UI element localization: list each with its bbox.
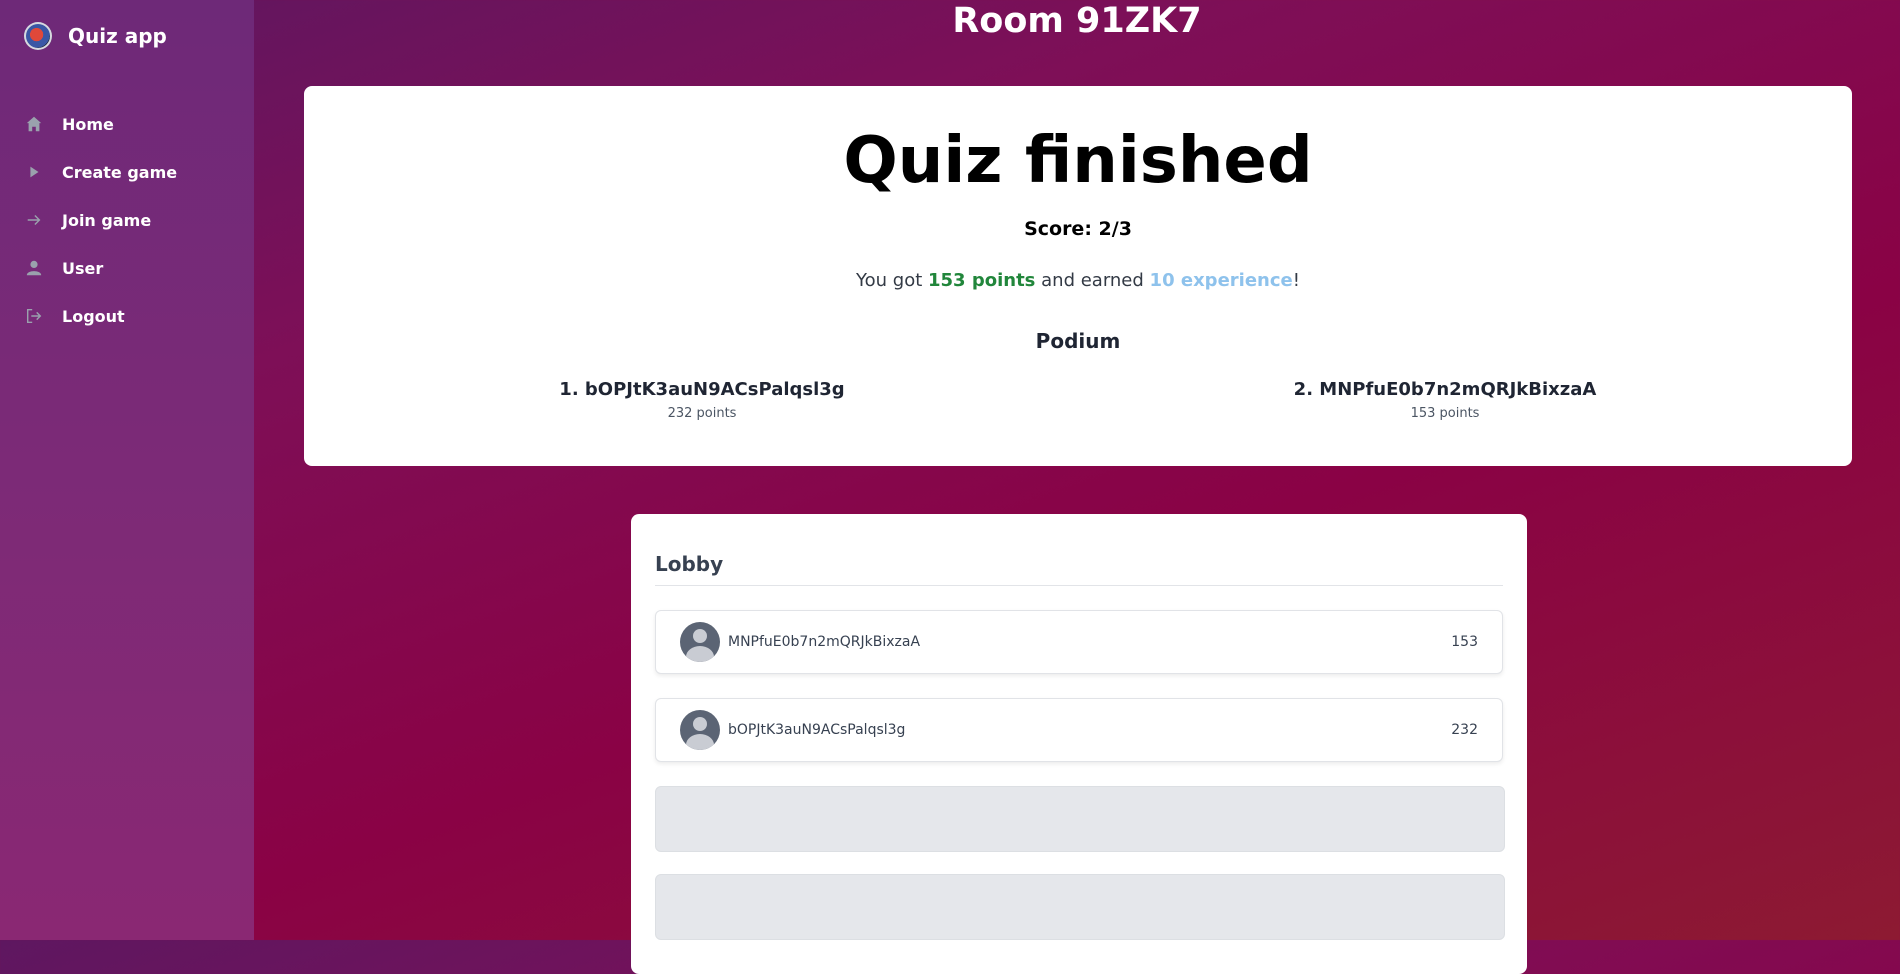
result-summary: You got 153 points and earned 10 experie… [304,270,1852,291]
podium-title: Podium [1035,329,1121,353]
room-title: Room 91ZK7 [952,1,1202,41]
podium-entry-second: 2. MNPfuE0b7n2mQRJkBixzaA 153 points [1245,379,1645,421]
avatar [680,710,720,750]
sidebar-item-label: User [62,258,104,278]
podium-player-name: 2. MNPfuE0b7n2mQRJkBixzaA [1293,379,1597,400]
sidebar-item-label: Home [62,114,114,134]
sidebar-item-create-game[interactable]: Create game [0,148,254,196]
sidebar-item-logout[interactable]: Logout [0,292,254,340]
summary-prefix: You got [856,270,928,291]
podium: 1. bOPJtK3auN9ACsPalqsl3g 232 points 2. … [304,379,1852,439]
brand[interactable]: Quiz app [24,22,167,50]
divider [655,585,1503,586]
quiz-finished-title: Quiz finished [843,124,1313,198]
app-name: Quiz app [68,24,167,48]
podium-entry-first: 1. bOPJtK3auN9ACsPalqsl3g 232 points [502,379,902,421]
summary-suffix: ! [1292,270,1300,291]
podium-player-points: 232 points [667,406,737,421]
points-earned: 153 points [928,270,1036,291]
play-icon [24,162,44,182]
user-icon [24,258,44,278]
app-logo [24,22,52,50]
lobby-player-name: MNPfuE0b7n2mQRJkBixzaA [728,634,921,650]
sidebar-item-user[interactable]: User [0,244,254,292]
sidebar-item-label: Logout [62,306,125,326]
lobby-card: Lobby MNPfuE0b7n2mQRJkBixzaA 153 bOPJtK3… [631,514,1527,974]
score-text: Score: 2/3 [1024,218,1132,240]
podium-player-points: 153 points [1410,406,1480,421]
empty-player-slot [655,874,1505,940]
logout-icon [24,306,44,326]
summary-middle: and earned [1035,270,1150,291]
arrow-right-icon [24,210,44,230]
lobby-player-row: bOPJtK3auN9ACsPalqsl3g 232 [655,698,1503,762]
sidebar-item-join-game[interactable]: Join game [0,196,254,244]
home-icon [24,114,44,134]
podium-player-name: 1. bOPJtK3auN9ACsPalqsl3g [559,379,845,400]
sidebar-nav: Home Create game Join game User Logout [0,100,254,340]
sidebar-item-label: Join game [62,210,152,230]
sidebar-item-home[interactable]: Home [0,100,254,148]
lobby-player-score: 232 [1451,722,1478,738]
avatar [680,622,720,662]
empty-player-slot [655,786,1505,852]
experience-earned: 10 experience [1149,270,1293,291]
sidebar-item-label: Create game [62,162,178,182]
lobby-player-name: bOPJtK3auN9ACsPalqsl3g [728,722,906,738]
lobby-title: Lobby [655,552,724,576]
result-card: Quiz finished Score: 2/3 You got 153 poi… [304,86,1852,466]
lobby-player-row: MNPfuE0b7n2mQRJkBixzaA 153 [655,610,1503,674]
sidebar: Quiz app Home Create game Join game User [0,0,254,940]
lobby-player-score: 153 [1451,634,1478,650]
